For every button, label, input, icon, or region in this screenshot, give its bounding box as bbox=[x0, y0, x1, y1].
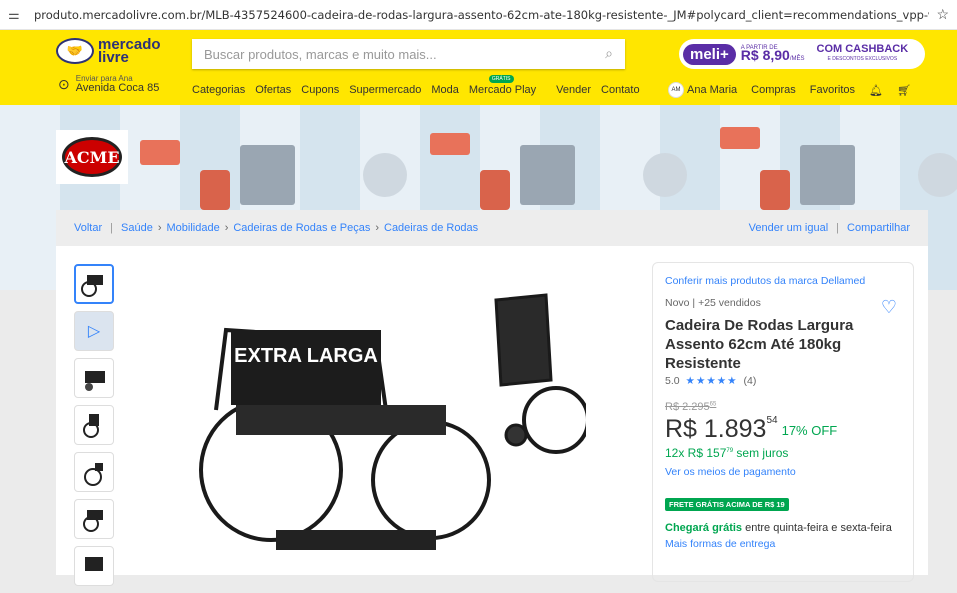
mercadolivre-logo[interactable]: 🤝 mercado livre bbox=[56, 37, 161, 65]
discount-badge: 17% OFF bbox=[781, 423, 838, 438]
favorites-link[interactable]: Favoritos bbox=[810, 84, 855, 96]
promo-price: R$ 8,90 bbox=[740, 47, 790, 63]
avatar[interactable]: AM bbox=[668, 82, 684, 98]
image-label-extra-larga: EXTRA LARGA bbox=[234, 345, 378, 367]
chevron-right-icon: › bbox=[157, 222, 162, 234]
thumbnail-4[interactable] bbox=[74, 405, 114, 445]
search-input[interactable]: Buscar produtos, marcas e muito mais... … bbox=[192, 39, 625, 69]
old-price-value: R$ 2.295 bbox=[665, 401, 710, 413]
user-name[interactable]: Ana Maria bbox=[687, 84, 737, 96]
back-link[interactable]: Voltar bbox=[74, 222, 102, 234]
free-shipping-badge: FRETE GRÁTIS ACIMA DE R$ 19 bbox=[665, 498, 789, 511]
breadcrumb-item-cadeiras-pecas[interactable]: Cadeiras de Rodas e Peças bbox=[233, 222, 370, 234]
sell-similar-link[interactable]: Vender um igual bbox=[749, 222, 829, 234]
product-main-image[interactable]: EXTRA LARGA bbox=[196, 270, 590, 575]
shipping-dates: entre quinta-feira e sexta-feira bbox=[742, 522, 892, 534]
browser-address-bar[interactable]: ⚌ produto.mercadolivre.com.br/MLB-435752… bbox=[0, 0, 957, 30]
site-settings-icon[interactable]: ⚌ bbox=[8, 7, 34, 23]
thumbnail-3[interactable] bbox=[74, 358, 114, 398]
old-price-cents: 65 bbox=[709, 401, 717, 408]
brand-link[interactable]: Conferir mais produtos da marca Dellamed bbox=[665, 275, 901, 287]
meli-plus-logo: meli+ bbox=[683, 43, 736, 65]
nav-vender[interactable]: Vender bbox=[556, 84, 591, 96]
current-price: R$ 1.89354 bbox=[665, 415, 778, 444]
gratis-badge: GRÁTIS bbox=[488, 75, 514, 83]
delivery-location[interactable]: ⊙ Enviar para Ana Avenida Coca 85 bbox=[58, 74, 159, 94]
site-header: 🤝 mercado livre Buscar produtos, marcas … bbox=[0, 30, 957, 105]
thumbnail-7[interactable] bbox=[74, 546, 114, 586]
thumbnail-1[interactable] bbox=[74, 264, 114, 304]
search-placeholder: Buscar produtos, marcas e muito mais... bbox=[204, 46, 437, 62]
thumbnail-6[interactable] bbox=[74, 499, 114, 539]
breadcrumb: Voltar | Saúde › Mobilidade › Cadeiras d… bbox=[56, 210, 928, 246]
url-text[interactable]: produto.mercadolivre.com.br/MLB-43575246… bbox=[34, 8, 929, 22]
old-price: R$ 2.29565 bbox=[665, 401, 901, 413]
star-icon: ★★★★★ bbox=[685, 375, 738, 387]
nav-cupons[interactable]: Cupons bbox=[301, 84, 339, 96]
bell-icon[interactable]: 🔔︎ bbox=[869, 84, 883, 97]
purchases-link[interactable]: Compras bbox=[751, 84, 796, 96]
handshake-icon: 🤝 bbox=[56, 38, 94, 64]
product-panel: Voltar | Saúde › Mobilidade › Cadeiras d… bbox=[56, 210, 928, 586]
current-price-value: R$ 1.893 bbox=[665, 415, 767, 443]
nav-mercado-play-label: Mercado Play bbox=[468, 84, 537, 96]
search-icon[interactable]: ⌕ bbox=[605, 45, 613, 62]
condition-sold: Novo | +25 vendidos bbox=[665, 297, 761, 309]
thumbnail-video[interactable]: ▷ bbox=[74, 311, 114, 351]
play-icon: ▷ bbox=[87, 323, 101, 340]
shipping-free-label: Chegará grátis bbox=[665, 522, 743, 534]
chevron-right-icon: › bbox=[375, 222, 379, 234]
nav-mercado-play[interactable]: GRÁTIS Mercado Play bbox=[468, 75, 546, 96]
chevron-right-icon: › bbox=[224, 222, 229, 234]
nav-ofertas[interactable]: Ofertas bbox=[255, 84, 291, 96]
nav-categorias[interactable]: Categorias bbox=[192, 84, 245, 96]
thumbnail-5[interactable] bbox=[74, 452, 114, 492]
share-link[interactable]: Compartilhar bbox=[847, 222, 910, 234]
nav-supermercado[interactable]: Supermercado bbox=[349, 84, 421, 96]
promo-cashback-sub: E DESCONTOS EXCLUSIVOS bbox=[827, 56, 898, 62]
rating-count: (4) bbox=[743, 375, 757, 387]
buy-box: Conferir mais produtos da marca Dellamed… bbox=[652, 262, 914, 582]
store-logo[interactable]: ACME bbox=[56, 130, 128, 184]
nav-moda[interactable]: Moda bbox=[431, 84, 459, 96]
payment-methods-link[interactable]: Ver os meios de pagamento bbox=[665, 466, 901, 478]
cart-icon[interactable]: 🛒︎ bbox=[897, 84, 911, 97]
breadcrumb-item-mobilidade[interactable]: Mobilidade bbox=[166, 222, 219, 234]
user-menu: AM Ana Maria Compras Favoritos 🔔︎ 🛒︎ bbox=[668, 82, 925, 98]
breadcrumb-item-cadeiras[interactable]: Cadeiras de Rodas bbox=[384, 222, 478, 234]
product-title: Cadeira De Rodas Largura Assento 62cm At… bbox=[665, 317, 854, 372]
meli-plus-banner[interactable]: meli+ A PARTIR DE R$ 8,90/MÊS COM CASHBA… bbox=[679, 39, 925, 69]
thumbnail-gallery: ▷ bbox=[74, 264, 114, 593]
bookmark-star-icon[interactable]: ☆ bbox=[929, 6, 949, 23]
main-nav: Categorias Ofertas Cupons Supermercado M… bbox=[192, 75, 650, 96]
promo-price-suffix: /MÊS bbox=[789, 56, 805, 62]
rating-row[interactable]: 5.0 ★★★★★ (4) bbox=[665, 375, 901, 387]
location-address: Avenida Coca 85 bbox=[75, 82, 160, 94]
location-pin-icon: ⊙ bbox=[58, 75, 70, 92]
current-price-cents: 54 bbox=[766, 415, 778, 426]
more-delivery-link[interactable]: Mais formas de entrega bbox=[665, 538, 901, 550]
shipping-info: Chegará grátis entre quinta-feira e sext… bbox=[665, 521, 901, 536]
acme-logo-text: ACME bbox=[62, 137, 122, 177]
installments-value: 12x R$ 157 bbox=[665, 446, 727, 460]
heart-icon[interactable]: ♡ bbox=[881, 297, 897, 318]
nav-contato[interactable]: Contato bbox=[601, 84, 640, 96]
installments: 12x R$ 15779 sem juros bbox=[665, 446, 901, 460]
installments-suffix: sem juros bbox=[733, 446, 789, 460]
rating-value: 5.0 bbox=[665, 375, 680, 387]
breadcrumb-item-saude[interactable]: Saúde bbox=[121, 222, 153, 234]
